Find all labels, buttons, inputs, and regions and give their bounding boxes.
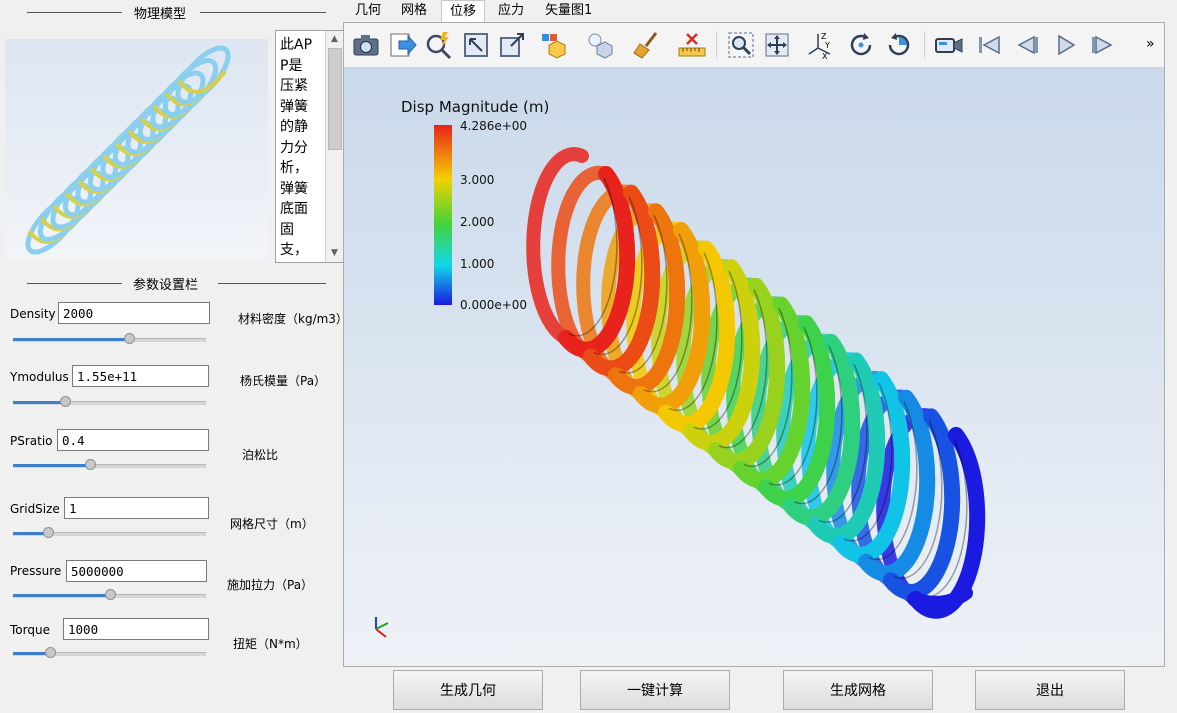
generate-mesh-button[interactable]: 生成网格 [783, 670, 933, 710]
param-label-pressure: Pressure [10, 564, 62, 578]
param-unit-torque: 扭矩（N*m） [233, 637, 308, 651]
slider-knob[interactable] [123, 333, 135, 344]
result-viewer: Z Y X » Disp Magnitude (m) 4.286e+00 3.000 … [343, 22, 1165, 667]
prev-frame-icon[interactable] [1011, 30, 1041, 60]
param-input-gridsize[interactable]: 1 [64, 497, 209, 519]
camera-icon[interactable] [351, 30, 381, 60]
legend-title: Disp Magnitude (m) [401, 98, 550, 116]
legend-min-label: 0.000e+00 [460, 298, 528, 312]
model-section-title: 物理模型 [128, 3, 193, 22]
orientation-axes-icon [375, 617, 389, 638]
param-label-density: Density [10, 307, 56, 321]
param-unit-density: 材料密度（kg/m3） [238, 312, 348, 326]
broom-icon[interactable] [632, 30, 662, 60]
toolbar-overflow-icon[interactable]: » [1146, 36, 1155, 52]
param-slider-ymodulus[interactable] [13, 396, 206, 408]
param-unit-gridsize: 网格尺寸（m） [230, 517, 314, 531]
param-slider-density[interactable] [13, 333, 206, 345]
param-slider-torque[interactable] [13, 647, 206, 659]
axes-icon[interactable]: ZYX [806, 30, 836, 61]
spring-model-image [5, 39, 268, 259]
tab-3[interactable]: 应力 [490, 0, 532, 22]
scroll-up-icon[interactable]: ▲ [326, 31, 343, 48]
ruler-icon[interactable] [677, 30, 707, 60]
slider-knob[interactable] [104, 589, 116, 600]
tab-0[interactable]: 几何 [347, 0, 389, 22]
scroll-thumb[interactable] [328, 48, 342, 150]
one-click-compute-button[interactable]: 一键计算 [580, 670, 730, 710]
param-input-density[interactable]: 2000 [58, 302, 210, 324]
param-input-ymodulus[interactable]: 1.55e+11 [72, 365, 209, 387]
params-title-line-left [27, 283, 122, 284]
exit-button[interactable]: 退出 [975, 670, 1125, 710]
spring-wire-end [907, 586, 973, 610]
scroll-down-icon[interactable]: ▼ [326, 245, 343, 262]
probe-icon[interactable] [424, 30, 454, 60]
param-slider-pressure[interactable] [13, 589, 206, 601]
tab-4[interactable]: 矢量图1 [537, 0, 600, 22]
legend-tick-2: 2.000 [460, 215, 495, 229]
toolbar-separator [924, 31, 925, 59]
param-label-gridsize: GridSize [10, 502, 60, 516]
param-input-pressure[interactable]: 5000000 [66, 560, 207, 582]
pan-icon[interactable] [762, 30, 792, 60]
render-canvas[interactable]: Disp Magnitude (m) 4.286e+00 3.000 2.000… [344, 67, 1164, 666]
export-icon[interactable] [388, 30, 418, 60]
mini-spring-drawing [25, 45, 231, 255]
param-unit-ymodulus: 杨氏模量（Pa） [240, 374, 327, 388]
param-input-torque[interactable]: 1000 [63, 618, 209, 640]
model-title-line-left [27, 12, 122, 13]
video-camera-icon[interactable] [934, 30, 964, 60]
svg-text:Z: Z [821, 32, 827, 41]
rotate-cw-icon[interactable] [846, 30, 876, 60]
spring-3d-model [526, 147, 986, 619]
play-icon[interactable] [1050, 30, 1080, 60]
param-label-torque: Torque [10, 623, 50, 637]
legend-color-bar [434, 125, 452, 305]
param-label-psratio: PSratio [10, 434, 53, 448]
param-label-ymodulus: Ymodulus [10, 370, 69, 384]
tab-1[interactable]: 网格 [393, 0, 435, 22]
slider-knob[interactable] [44, 647, 56, 658]
slider-fill [13, 401, 66, 404]
description-box[interactable]: 此APP是压紧弹簧的静力分析，弹簧底面固支，顶面施 ▲ ▼ [275, 30, 344, 263]
toolbar-separator [716, 31, 717, 59]
param-unit-pressure: 施加拉力（Pa） [227, 578, 314, 592]
last-frame-icon[interactable] [1086, 30, 1116, 60]
svg-text:X: X [822, 52, 828, 60]
viewer-toolbar: Z Y X » [344, 23, 1164, 68]
slider-fill [13, 594, 110, 597]
slider-fill [13, 464, 91, 467]
zoom-box-icon[interactable] [461, 30, 491, 60]
slider-knob[interactable] [42, 527, 54, 538]
slider-knob[interactable] [60, 396, 72, 407]
legend-tick-1: 1.000 [460, 257, 495, 271]
slider-fill [13, 338, 129, 341]
cube-color-icon[interactable] [539, 30, 569, 60]
slider-knob[interactable] [85, 459, 97, 470]
params-title-line-right [218, 283, 326, 284]
param-slider-psratio[interactable] [13, 459, 206, 471]
svg-text:Y: Y [824, 41, 830, 50]
zoom-select-icon[interactable] [726, 30, 756, 60]
legend-tick-3: 3.000 [460, 173, 495, 187]
description-scrollbar[interactable]: ▲ ▼ [325, 31, 343, 262]
reset-view-icon[interactable] [884, 30, 914, 60]
model-title-line-right [200, 12, 326, 13]
generate-geometry-button[interactable]: 生成几何 [393, 670, 543, 710]
param-unit-psratio: 泊松比 [242, 448, 279, 462]
light-icon[interactable] [585, 30, 615, 60]
param-slider-gridsize[interactable] [13, 527, 206, 539]
param-input-psratio[interactable]: 0.4 [57, 429, 209, 451]
fit-box-icon[interactable] [497, 30, 527, 60]
first-frame-icon[interactable] [974, 30, 1004, 60]
tab-2[interactable]: 位移 [441, 0, 486, 23]
params-section-title: 参数设置栏 [127, 274, 205, 293]
description-text: 此APP是压紧弹簧的静力分析，弹簧底面固支，顶面施 [280, 37, 313, 258]
legend-max-label: 4.286e+00 [460, 119, 528, 133]
